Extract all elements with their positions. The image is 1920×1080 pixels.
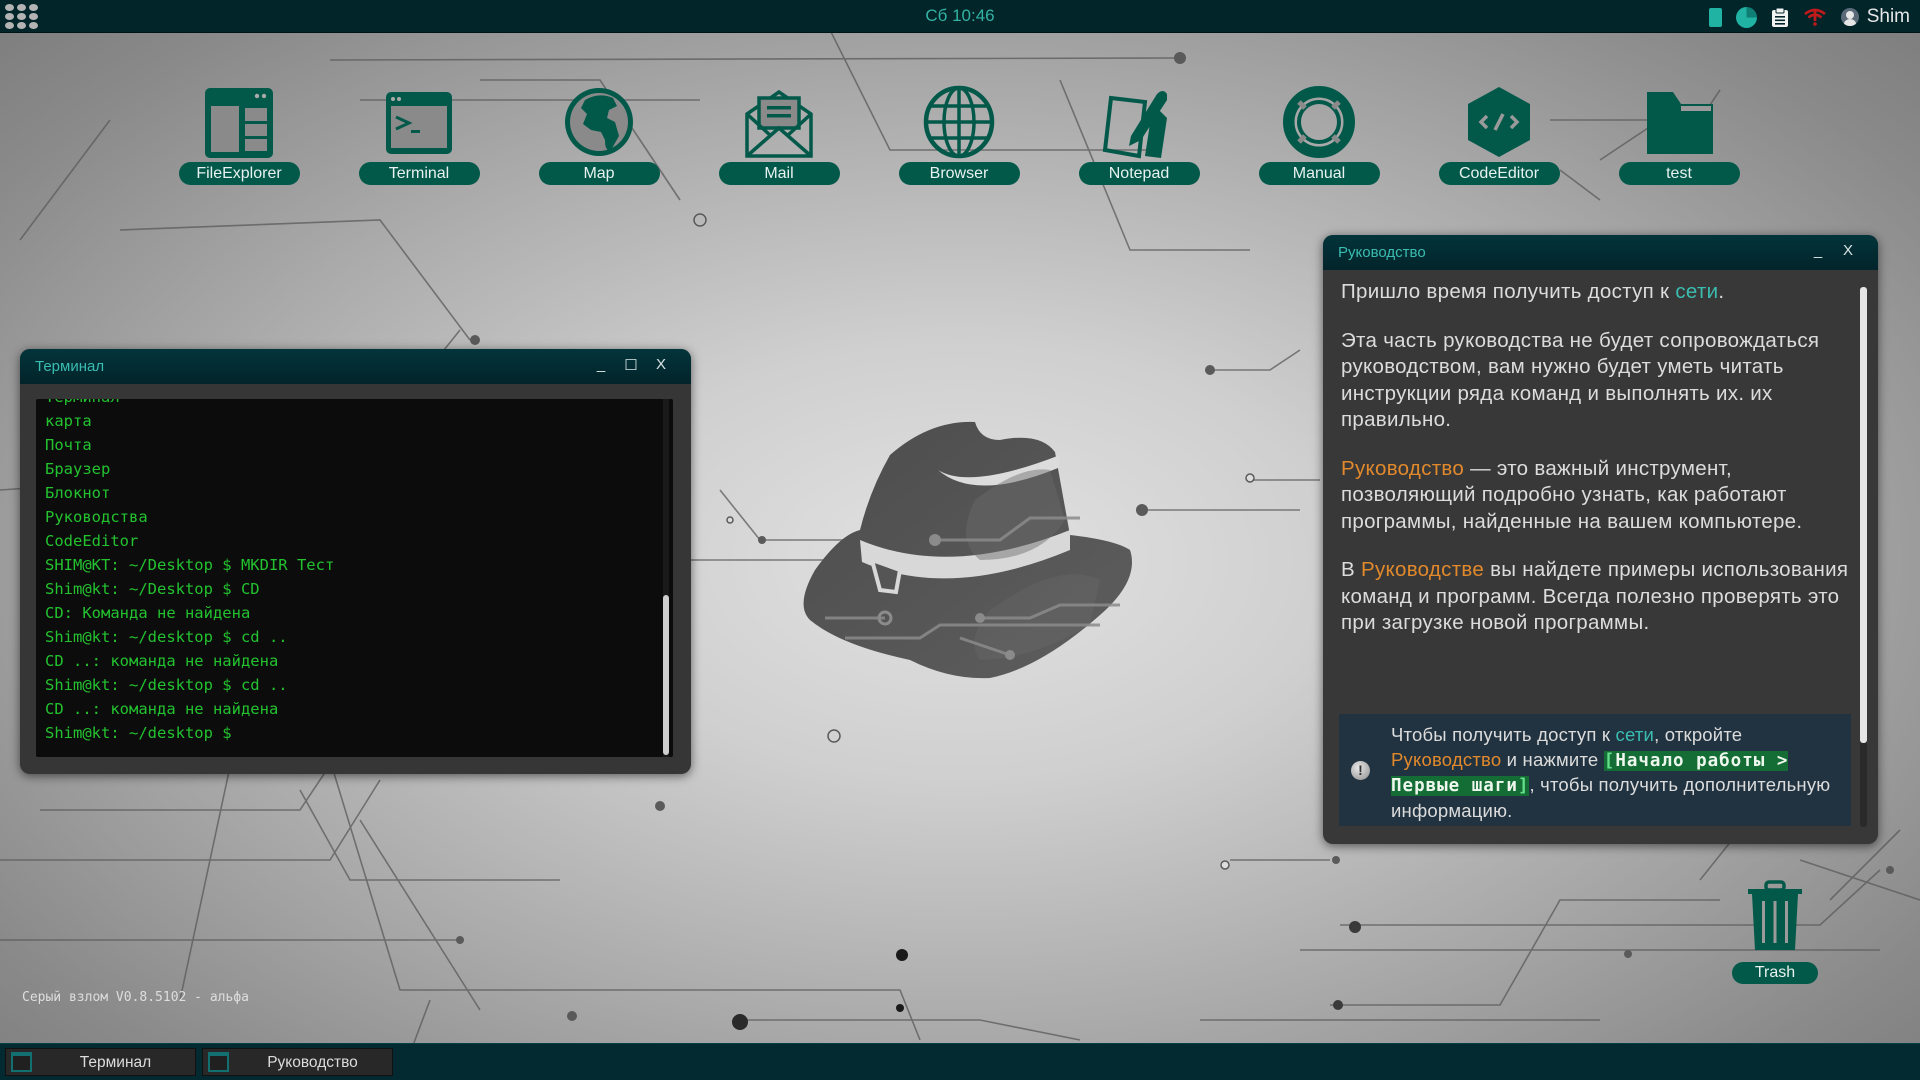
- desktop-icon-label: Terminal: [358, 162, 480, 185]
- guide-window: Руководство _ X Пришло время получить до…: [1323, 235, 1878, 844]
- terminal-line: Блокнот: [45, 484, 111, 502]
- guide-link[interactable]: Руководство: [1391, 749, 1501, 770]
- grey-hat-logo: [803, 421, 1132, 679]
- guide-titlebar[interactable]: Руководство _ X: [1323, 235, 1878, 270]
- terminal-line: Shim@kt: ~/desktop $ cd ..: [45, 676, 288, 694]
- desktop-icon-label: test: [1618, 162, 1740, 185]
- terminal-line: CD ..: команда не найдена: [45, 652, 279, 670]
- window-icon: [208, 1052, 229, 1072]
- desktop-icon-terminal[interactable]: Terminal: [356, 84, 482, 194]
- guide-scrollbar[interactable]: [1860, 287, 1867, 827]
- taskbar: Терминал Руководство: [0, 1043, 1920, 1080]
- desktop-icon-manual[interactable]: Manual: [1256, 84, 1382, 194]
- clipboard-icon[interactable]: [1771, 7, 1789, 28]
- browser-globe-icon: [923, 85, 995, 159]
- terminal-line: Shim@kt: ~/Desktop $ CD: [45, 580, 260, 598]
- desktop-icon-label: CodeEditor: [1438, 162, 1560, 185]
- scrollbar-thumb[interactable]: [1860, 287, 1867, 743]
- warning-icon: !: [1351, 761, 1370, 780]
- file-explorer-icon: [205, 88, 273, 158]
- folder-icon: [1647, 92, 1713, 154]
- guide-content: Пришло время получить доступ к сети. Эта…: [1341, 279, 1851, 659]
- terminal-line: Shim@kt: ~/desktop $ cd ..: [45, 628, 288, 646]
- user-avatar-icon[interactable]: [1840, 8, 1859, 26]
- desktop-icon-label: Trash: [1732, 962, 1818, 984]
- globe-map-icon: [565, 88, 633, 156]
- terminal-scrollbar[interactable]: [663, 399, 669, 757]
- code-editor-icon: [1468, 87, 1530, 157]
- desktop-icon-label: FileExplorer: [178, 162, 300, 185]
- version-label: Серый взлом V0.8.5102 - альфа: [22, 990, 249, 1005]
- terminal-icon: [11, 1052, 32, 1072]
- terminal-line: CodeEditor: [45, 532, 139, 550]
- scrollbar-thumb[interactable]: [663, 595, 669, 755]
- battery-icon[interactable]: [1708, 7, 1722, 27]
- desktop-icon-test-folder[interactable]: test: [1616, 84, 1742, 194]
- desktop-icon-mail[interactable]: Mail: [716, 84, 842, 194]
- taskbar-item-terminal[interactable]: Терминал: [5, 1048, 196, 1076]
- desktop-icon-fileexplorer[interactable]: FileExplorer: [176, 84, 302, 194]
- terminal-line: Почта: [45, 436, 92, 454]
- terminal-line: Shim@kt: ~/desktop $: [45, 724, 232, 742]
- terminal-output[interactable]: Терминал карта Почта Браузер Блокнот Руководс…: [36, 399, 673, 757]
- terminal-line: CD ..: команда не найдена: [45, 700, 279, 718]
- desktop-icon-label: Notepad: [1078, 162, 1200, 185]
- system-tray: Shim: [1708, 4, 1910, 30]
- network-disconnected-icon[interactable]: [1803, 7, 1827, 27]
- mail-icon: [745, 89, 813, 158]
- desktop-icon-browser[interactable]: Browser: [896, 84, 1022, 194]
- cpu-pie-icon[interactable]: [1735, 6, 1757, 28]
- guide-link[interactable]: Руководство: [1341, 457, 1464, 480]
- terminal-titlebar[interactable]: Терминал _ ☐ X: [20, 349, 691, 384]
- guide-paragraph: Пришло время получить доступ к сети.: [1341, 280, 1725, 303]
- terminal-window: Терминал _ ☐ X Терминал карта Почта Браузер…: [20, 349, 691, 774]
- trash-icon: [1748, 880, 1802, 950]
- desktop-icon-label: Mail: [718, 162, 840, 185]
- window-title: Руководство: [1338, 244, 1426, 261]
- desktop-icon-label: Map: [538, 162, 660, 185]
- guide-paragraph: В Руководстве вы найдете примеры использ…: [1341, 558, 1849, 634]
- desktop-icon-label: Manual: [1258, 162, 1380, 185]
- terminal-line: карта: [45, 412, 92, 430]
- guide-paragraph: Эта часть руководства не будет сопровожд…: [1341, 328, 1820, 432]
- minimize-button[interactable]: _: [1809, 242, 1827, 259]
- terminal-line: SHIM@KT: ~/Desktop $ MKDIR Тест: [45, 556, 335, 574]
- lifebuoy-icon: [1283, 86, 1355, 158]
- terminal-line: Браузер: [45, 460, 111, 478]
- top-bar: Сб 10:46 Shim: [0, 0, 1920, 33]
- terminal-line: Руководства: [45, 508, 148, 526]
- terminal-line: Терминал: [45, 399, 334, 409]
- user-name[interactable]: Shim: [1867, 6, 1910, 28]
- desktop-icon-notepad[interactable]: Notepad: [1076, 84, 1202, 194]
- desktop-icon-map[interactable]: Map: [536, 84, 662, 194]
- taskbar-item-guide[interactable]: Руководство: [202, 1048, 393, 1076]
- minimize-button[interactable]: _: [592, 356, 610, 373]
- maximize-button[interactable]: ☐: [622, 356, 640, 374]
- terminal-lines: Терминал карта Почта Браузер Блокнот Руководс…: [45, 399, 334, 745]
- clock: Сб 10:46: [925, 6, 995, 25]
- tip-box: ! Чтобы получить доступ к сети, откройте…: [1339, 714, 1851, 826]
- close-button[interactable]: X: [652, 356, 670, 373]
- window-title: Терминал: [35, 358, 105, 375]
- desktop-icon-codeeditor[interactable]: CodeEditor: [1436, 84, 1562, 194]
- network-link[interactable]: сети: [1616, 724, 1655, 745]
- guide-paragraph: Руководство — это важный инструмент, поз…: [1341, 456, 1803, 533]
- desktop-icon-label: Browser: [898, 162, 1020, 185]
- terminal-icon: [386, 92, 452, 154]
- notepad-icon: [1102, 91, 1167, 159]
- desktop-icon-trash[interactable]: Trash: [1730, 880, 1820, 990]
- network-link[interactable]: сети: [1675, 280, 1718, 303]
- guide-link[interactable]: Руководстве: [1361, 558, 1484, 581]
- close-button[interactable]: X: [1839, 242, 1857, 259]
- terminal-line: CD: Команда не найдена: [45, 604, 251, 622]
- app-launcher-grid-icon[interactable]: [5, 4, 39, 30]
